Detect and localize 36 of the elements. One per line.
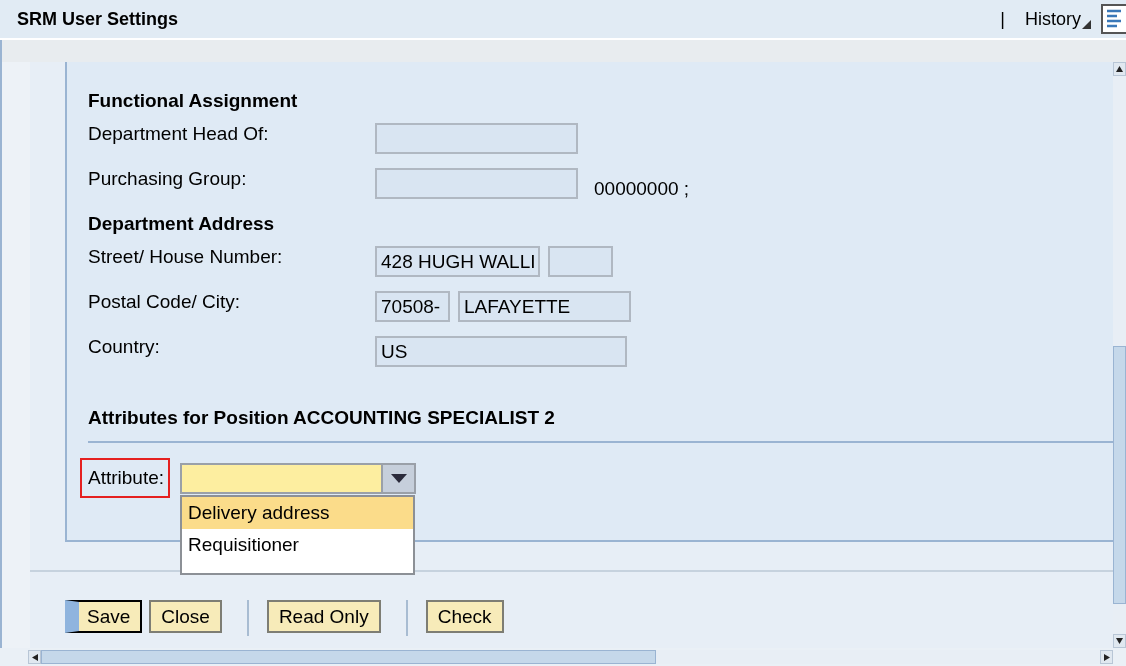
scroll-right-icon[interactable] (1100, 650, 1113, 664)
field-label: Postal Code/ City: (88, 291, 242, 313)
input-field[interactable]: US (375, 336, 627, 367)
action-button[interactable]: Close (149, 600, 222, 633)
input-field[interactable] (548, 246, 613, 277)
window-title: SRM User Settings (17, 8, 180, 30)
scroll-thumb[interactable] (1113, 346, 1126, 604)
action-button[interactable]: Check (425, 600, 504, 633)
input-field[interactable]: 428 HUGH WALLI (375, 246, 540, 277)
history-menu[interactable]: History (1025, 8, 1091, 30)
action-button[interactable]: Save (65, 600, 143, 633)
action-button[interactable]: Read Only (266, 600, 381, 633)
field-label: Street/ House Number: (88, 246, 284, 268)
caret-icon (390, 473, 407, 483)
dropdown-option[interactable]: Delivery address (182, 496, 414, 529)
section-heading: Functional Assignment (88, 90, 299, 112)
field-label: Country: (88, 336, 161, 358)
field-label: Purchasing Group: (88, 168, 248, 190)
field-value: 00000000 ; (594, 178, 690, 200)
input-field[interactable]: LAFAYETTE (458, 291, 631, 322)
field-label: Department Head Of: (88, 123, 270, 145)
input-field[interactable] (375, 168, 578, 199)
dropdown-button[interactable] (381, 464, 415, 492)
section-heading: Department Address (88, 213, 276, 235)
separator-text: | (1000, 8, 1005, 30)
scroll-up-icon[interactable] (1113, 62, 1126, 76)
scroll-left-icon[interactable] (28, 650, 41, 664)
field-label: Attribute: (80, 458, 171, 498)
section-heading: Attributes for Position ACCOUNTING SPECIALIST 2 (88, 407, 556, 429)
corner-triangle-icon (1082, 19, 1091, 29)
scroll-thumb[interactable] (41, 650, 656, 664)
input-field[interactable] (375, 123, 578, 154)
scroll-down-icon[interactable] (1113, 634, 1126, 648)
menu-icon[interactable] (1101, 4, 1126, 34)
vertical-scrollbar[interactable] (1113, 62, 1126, 648)
input-field[interactable]: 70508- (375, 291, 450, 322)
